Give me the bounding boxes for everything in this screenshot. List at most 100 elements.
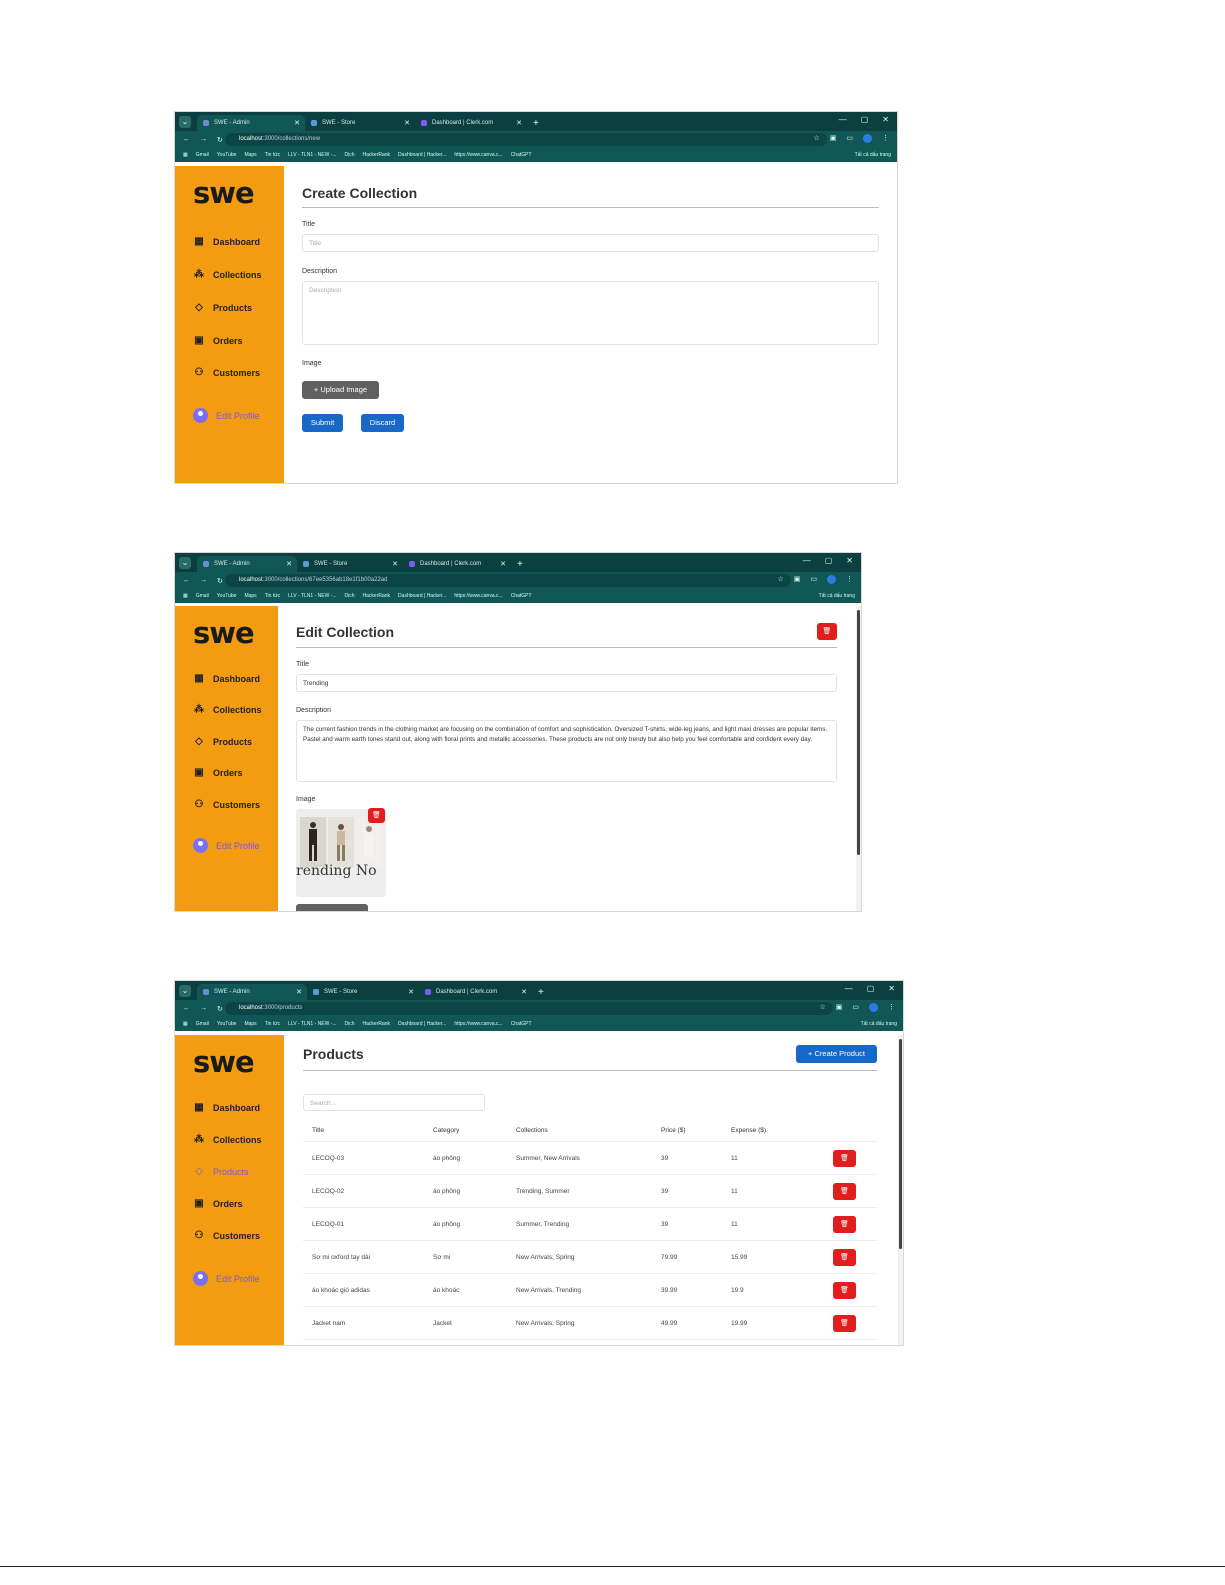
title-input[interactable]: Trending	[296, 674, 837, 692]
address-bar[interactable]: localhost:3000/products	[225, 1002, 833, 1015]
kebab-menu-icon[interactable]: ⋮	[846, 575, 853, 584]
back-icon[interactable]: ←	[183, 1005, 190, 1012]
close-icon[interactable]: ✕	[404, 119, 410, 127]
description-textarea[interactable]: The current fashion trends in the clothi…	[296, 720, 837, 782]
delete-product-button[interactable]: 🗑	[833, 1149, 856, 1167]
bookmark[interactable]: Tin tức	[265, 152, 280, 158]
tab-search-icon[interactable]: ⌄	[179, 116, 191, 128]
tab-swe-admin[interactable]: SWE - Admin ✕	[197, 984, 307, 1000]
product-title-link[interactable]: Jacket nam	[303, 1306, 433, 1340]
bookmark[interactable]: ChatGPT	[511, 1021, 532, 1027]
close-icon[interactable]: ✕	[392, 560, 398, 568]
sidebar-item-customers[interactable]: ⚇ Customers	[193, 367, 261, 378]
create-product-button[interactable]: + Create Product	[796, 1045, 877, 1063]
new-tab-icon[interactable]: +	[533, 118, 539, 129]
kebab-menu-icon[interactable]: ⋮	[882, 134, 889, 143]
bookmark[interactable]: https://www.canva.c...	[454, 1021, 502, 1027]
bookmark[interactable]: Gmail	[196, 1021, 209, 1027]
sidebar-item-dashboard[interactable]: ▦ Dashboard	[193, 673, 260, 684]
extension-icon[interactable]: ▣	[830, 134, 837, 143]
bookmark[interactable]: YouTube	[217, 593, 237, 599]
close-icon[interactable]: ✕	[516, 119, 522, 127]
tab-clerk[interactable]: Dashboard | Clerk.com ✕	[415, 115, 527, 131]
apps-icon[interactable]: ▦	[183, 593, 188, 599]
bookmark[interactable]: Dashboard | Hacker...	[398, 593, 446, 599]
bookmark[interactable]: ChatGPT	[511, 593, 532, 599]
bookmark[interactable]: LLV - TLN1 - NEW -...	[288, 1021, 336, 1027]
bookmark[interactable]: Gmail	[196, 593, 209, 599]
sidebar-item-orders[interactable]: ▣ Orders	[193, 335, 242, 346]
bookmark[interactable]: Tin tức	[265, 593, 280, 599]
all-bookmarks[interactable]: Tất cả dấu trang	[855, 152, 891, 158]
tab-swe-store[interactable]: SWE - Store ✕	[305, 115, 415, 131]
product-title-link[interactable]: Sơ mi oxford tay dài	[303, 1240, 433, 1274]
extension-icon[interactable]: ▣	[836, 1003, 843, 1012]
sidebar-item-dashboard[interactable]: ▦ Dashboard	[193, 236, 260, 247]
submit-button[interactable]: Submit	[302, 414, 343, 432]
bookmark[interactable]: YouTube	[217, 152, 237, 158]
sidebar-item-orders[interactable]: ▣ Orders	[193, 1198, 242, 1209]
bookmark[interactable]: Dịch	[345, 1021, 355, 1027]
reload-icon[interactable]: ↻	[217, 577, 223, 585]
delete-product-button[interactable]: 🗑	[833, 1314, 856, 1332]
forward-icon[interactable]: →	[200, 136, 207, 143]
product-title-link[interactable]: LECOQ-01	[303, 1207, 433, 1241]
bookmark[interactable]: Dashboard | Hacker...	[398, 1021, 446, 1027]
tab-clerk[interactable]: Dashboard | Clerk.com ✕	[403, 556, 511, 572]
bookmark[interactable]: Dịch	[345, 152, 355, 158]
upload-image-button[interactable]	[296, 904, 368, 911]
delete-collection-button[interactable]: 🗑	[817, 623, 837, 640]
sidepanel-icon[interactable]: ▭	[810, 575, 817, 584]
sidebar-item-customers[interactable]: ⚇ Customers	[193, 1230, 261, 1241]
product-title-link[interactable]: LECOQ-02	[303, 1174, 433, 1208]
restore-icon[interactable]: ▢	[867, 984, 875, 993]
sidebar-item-products[interactable]: ◇ Products	[193, 736, 252, 747]
bookmark[interactable]: Gmail	[196, 152, 209, 158]
close-icon[interactable]: ✕	[500, 560, 506, 568]
forward-icon[interactable]: →	[200, 577, 207, 584]
bookmark[interactable]: HackerRank	[363, 593, 391, 599]
bookmark[interactable]: Maps	[244, 1021, 256, 1027]
bookmark[interactable]: HackerRank	[363, 1021, 391, 1027]
address-bar[interactable]: localhost:3000/collections/new	[225, 133, 827, 146]
bookmark[interactable]: Dashboard | Hacker...	[398, 152, 446, 158]
close-icon[interactable]: ✕	[286, 560, 292, 568]
tab-swe-store[interactable]: SWE - Store ✕	[307, 984, 419, 1000]
tab-swe-admin[interactable]: SWE - Admin ✕	[197, 115, 305, 131]
column-header[interactable]: Collections	[516, 1119, 661, 1142]
column-header[interactable]: Expense ($)	[731, 1119, 817, 1142]
search-input[interactable]: Search...	[303, 1094, 485, 1111]
delete-product-button[interactable]: 🗑	[833, 1182, 856, 1200]
bookmark[interactable]: ChatGPT	[511, 152, 532, 158]
close-window-icon[interactable]: ✕	[846, 556, 853, 565]
sidepanel-icon[interactable]: ▭	[846, 134, 853, 143]
extension-icon[interactable]: ▣	[794, 575, 801, 584]
bookmark[interactable]: HackerRank	[363, 152, 391, 158]
all-bookmarks[interactable]: Tất cả dấu trang	[819, 593, 855, 599]
apps-icon[interactable]: ▦	[183, 152, 188, 158]
back-icon[interactable]: ←	[183, 136, 190, 143]
sidebar-item-collections[interactable]: ⁂ Collections	[193, 269, 262, 280]
edit-profile[interactable]: Edit Profile	[193, 1271, 260, 1286]
sidebar-item-collections[interactable]: ⁂ Collections	[193, 1134, 262, 1145]
tab-search-icon[interactable]: ⌄	[179, 557, 191, 569]
delete-image-button[interactable]: 🗑	[368, 808, 385, 823]
delete-product-button[interactable]: 🗑	[833, 1281, 856, 1299]
column-header[interactable]: Category	[433, 1119, 516, 1142]
sidepanel-icon[interactable]: ▭	[852, 1003, 859, 1012]
scrollbar[interactable]	[856, 606, 861, 911]
bookmark[interactable]: LLV - TLN1 - NEW -...	[288, 593, 336, 599]
address-bar[interactable]: localhost:3000/collections/67ee5356ab18e…	[225, 574, 791, 587]
bookmark[interactable]: Maps	[244, 152, 256, 158]
kebab-menu-icon[interactable]: ⋮	[888, 1003, 895, 1012]
reload-icon[interactable]: ↻	[217, 136, 223, 144]
bookmark[interactable]: Maps	[244, 593, 256, 599]
profile-avatar[interactable]	[863, 134, 872, 143]
delete-product-button[interactable]: 🗑	[833, 1248, 856, 1266]
bookmark[interactable]: Tin tức	[265, 1021, 280, 1027]
edit-profile[interactable]: Edit Profile	[193, 838, 260, 853]
new-tab-icon[interactable]: +	[517, 559, 523, 570]
edit-profile[interactable]: Edit Profile	[193, 408, 260, 423]
close-icon[interactable]: ✕	[294, 119, 300, 127]
tab-swe-admin[interactable]: SWE - Admin ✕	[197, 556, 297, 572]
